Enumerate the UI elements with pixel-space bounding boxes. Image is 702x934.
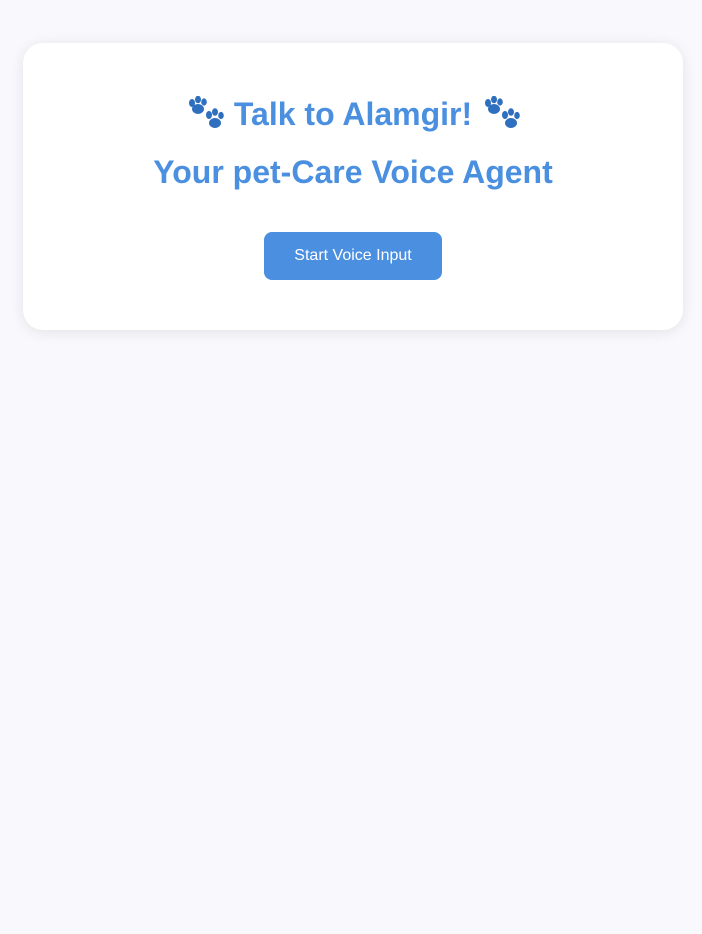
page-subtitle: Your pet-Care Voice Agent [153,154,553,190]
page-title: Talk to Alamgir! [233,96,473,132]
voice-agent-card: Talk to Alamgir! Your pet-Care Voice Age… [23,43,683,330]
title-row: Talk to Alamgir! [23,95,683,133]
paw-prints-icon [482,95,520,132]
paw-prints-icon [186,95,224,132]
start-voice-input-button[interactable]: Start Voice Input [264,232,442,280]
